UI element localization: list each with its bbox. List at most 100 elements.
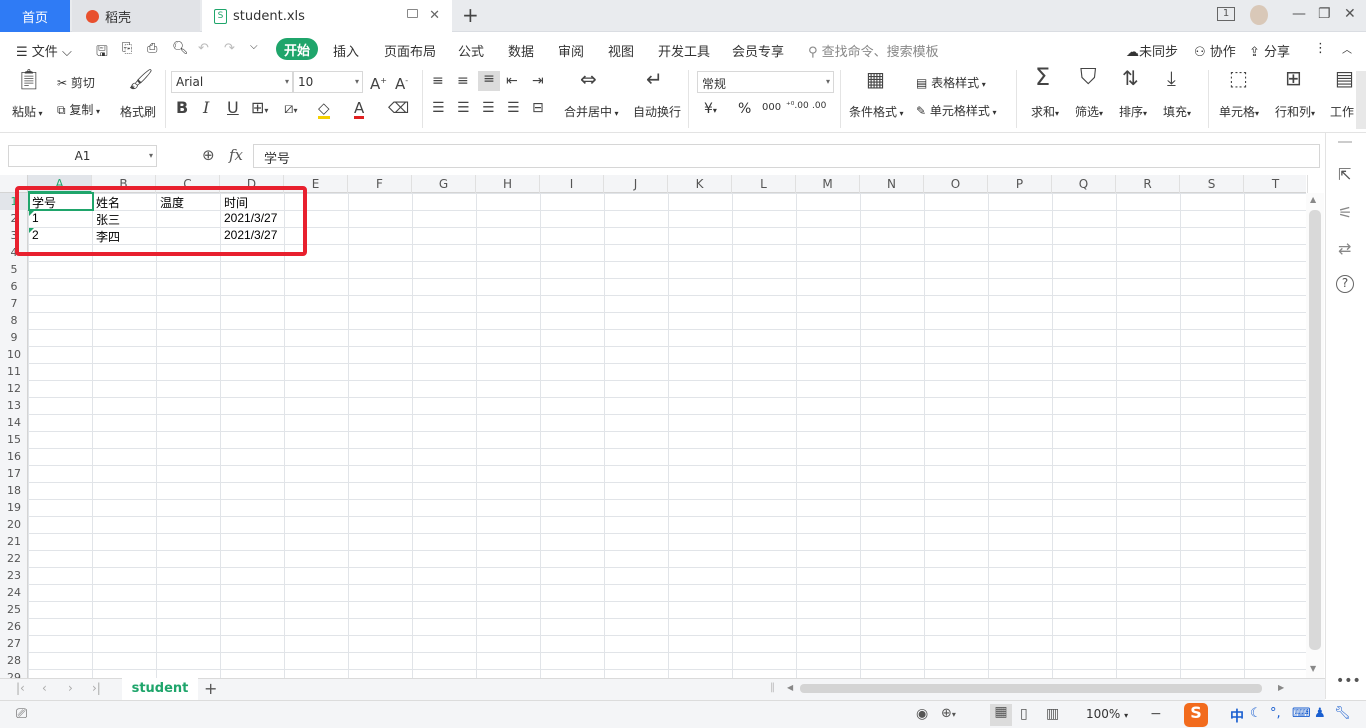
row-header-5[interactable]: 5 — [0, 261, 28, 278]
column-header-p[interactable]: P — [988, 175, 1052, 193]
fx-icon[interactable]: fx — [229, 146, 243, 164]
menu-page-layout[interactable]: 页面布局 — [384, 41, 436, 60]
row-header-22[interactable]: 22 — [0, 550, 28, 567]
collapse-ribbon-icon[interactable]: ︿ — [1342, 41, 1352, 56]
formula-input[interactable]: 学号 — [253, 144, 1320, 168]
command-search[interactable]: ⚲ 查找命令、搜索模板 — [808, 41, 939, 60]
conditional-format-button[interactable]: 条件格式 ▾ — [849, 103, 904, 120]
column-header-o[interactable]: O — [924, 175, 988, 193]
print-preview-icon[interactable]: 🔍︎ — [172, 41, 189, 56]
column-header-q[interactable]: Q — [1052, 175, 1116, 193]
scroll-right-icon[interactable]: ▶ — [1278, 683, 1284, 692]
column-header-h[interactable]: H — [476, 175, 540, 193]
page-layout-view-icon[interactable]: ▯ — [1020, 706, 1028, 722]
last-sheet-icon[interactable]: ›| — [92, 681, 101, 695]
merge-center-button[interactable]: 合并居中 ▾ — [564, 103, 619, 120]
column-header-s[interactable]: S — [1180, 175, 1244, 193]
column-header-j[interactable]: J — [604, 175, 668, 193]
row-header-8[interactable]: 8 — [0, 312, 28, 329]
fill-color-icon[interactable]: ◇ — [318, 100, 330, 119]
column-header-n[interactable]: N — [860, 175, 924, 193]
menu-developer[interactable]: 开发工具 — [658, 41, 710, 60]
sort-icon[interactable]: ⇅ — [1122, 68, 1139, 88]
wrap-text-button[interactable]: 自动换行 — [633, 103, 681, 120]
format-painter-icon[interactable]: 🖌︎ — [128, 69, 153, 89]
print-icon[interactable]: ⎙ — [147, 41, 157, 56]
border-icon[interactable]: ⊞▾ — [251, 100, 268, 119]
window-close-icon[interactable]: ✕ — [1344, 6, 1356, 22]
ime-mode[interactable]: 中 — [1230, 706, 1244, 726]
increase-decimal-button[interactable]: ⁺⁰.00 — [786, 101, 809, 111]
add-sheet-icon[interactable]: + — [204, 679, 217, 698]
justify-icon[interactable]: ☰ — [507, 100, 520, 116]
row-header-25[interactable]: 25 — [0, 601, 28, 618]
conditional-format-icon[interactable]: ▦ — [866, 69, 885, 89]
number-format-select[interactable]: 常规 ▾ — [697, 71, 834, 93]
tab-student-xls[interactable]: S student.xls ✕ — [202, 0, 452, 32]
cut-button[interactable]: ✂ 剪切 — [57, 74, 95, 91]
macro-record-icon[interactable]: ⎚ — [16, 706, 27, 722]
more-options-icon[interactable]: ••• — [1336, 673, 1361, 689]
tab-daoke[interactable]: 稻壳 — [72, 0, 200, 32]
align-right-icon[interactable]: ☰ — [482, 100, 495, 116]
fill-button[interactable]: 填充▾ — [1163, 103, 1191, 120]
fill-down-icon[interactable]: ⤓ — [1167, 68, 1176, 88]
row-header-11[interactable]: 11 — [0, 363, 28, 380]
row-header-27[interactable]: 27 — [0, 635, 28, 652]
zoom-level[interactable]: 100% ▾ — [1086, 707, 1128, 721]
align-bottom-icon[interactable]: ≡ — [478, 71, 500, 91]
share-button[interactable]: ⇪ 分享 — [1249, 41, 1290, 60]
menu-view[interactable]: 视图 — [608, 41, 634, 60]
eye-protection-icon[interactable]: ◉ — [916, 706, 928, 722]
align-middle-icon[interactable]: ≡ — [457, 73, 469, 89]
name-box[interactable]: A1 ▾ — [8, 145, 157, 167]
bold-icon[interactable]: B — [176, 100, 188, 116]
zoom-formula-icon[interactable]: ⊕ — [202, 146, 215, 164]
menu-member[interactable]: 会员专享 — [732, 41, 784, 60]
format-painter-button[interactable]: 格式刷 — [120, 103, 156, 120]
font-select[interactable]: Arial ▾ — [171, 71, 293, 93]
font-color-icon[interactable]: A — [354, 100, 365, 119]
minimize-icon[interactable]: — — [1292, 6, 1306, 22]
undo-icon[interactable]: ↶ — [198, 41, 209, 56]
collab-button[interactable]: ⚇ 协作 — [1194, 41, 1236, 60]
sum-button[interactable]: 求和▾ — [1031, 103, 1059, 120]
align-top-icon[interactable]: ≡ — [432, 73, 444, 89]
moon-icon[interactable]: ☾ — [1250, 706, 1262, 721]
properties-icon[interactable]: ⚟ — [1338, 203, 1352, 222]
sort-button[interactable]: 排序▾ — [1119, 103, 1147, 120]
tab-home[interactable]: 首页 — [0, 0, 70, 32]
split-handle[interactable]: ‖ — [770, 682, 775, 693]
row-header-14[interactable]: 14 — [0, 414, 28, 431]
wrench-icon[interactable]: 🔧︎ — [1334, 706, 1351, 721]
column-header-t[interactable]: T — [1244, 175, 1308, 193]
normal-view-icon[interactable]: ▦ — [990, 704, 1012, 726]
row-header-16[interactable]: 16 — [0, 448, 28, 465]
row-header-6[interactable]: 6 — [0, 278, 28, 295]
cell-icon[interactable]: ⬚ — [1229, 68, 1248, 88]
save-icon[interactable]: 🖫 — [96, 41, 108, 65]
distribute-icon[interactable]: ⊟ — [532, 100, 544, 116]
copy-button[interactable]: ⧉ 复制 ▾ — [57, 101, 100, 118]
row-header-17[interactable]: 17 — [0, 465, 28, 482]
row-header-23[interactable]: 23 — [0, 567, 28, 584]
column-header-r[interactable]: R — [1116, 175, 1180, 193]
row-header-20[interactable]: 20 — [0, 516, 28, 533]
decrease-font-icon[interactable]: A- — [395, 73, 408, 92]
cell-button[interactable]: 单元格▾ — [1219, 103, 1259, 120]
worksheet-icon[interactable]: ▤ — [1335, 68, 1354, 88]
row-header-10[interactable]: 10 — [0, 346, 28, 363]
align-left-icon[interactable]: ☰ — [432, 100, 445, 116]
ribbon-scroll[interactable] — [1356, 71, 1366, 129]
merge-center-icon[interactable]: ⇔ — [580, 69, 597, 89]
transfer-icon[interactable]: ⇄ — [1338, 239, 1351, 258]
currency-button[interactable]: ¥▾ — [704, 101, 717, 117]
worksheet-button[interactable]: 工作 — [1330, 103, 1354, 120]
new-tab-icon[interactable]: + — [462, 3, 479, 27]
percent-button[interactable]: % — [738, 101, 751, 117]
rows-cols-button[interactable]: 行和列▾ — [1275, 103, 1315, 120]
row-header-28[interactable]: 28 — [0, 652, 28, 669]
menu-data[interactable]: 数据 — [508, 41, 534, 60]
indent-increase-icon[interactable]: ⇥ — [532, 73, 544, 89]
row-header-26[interactable]: 26 — [0, 618, 28, 635]
